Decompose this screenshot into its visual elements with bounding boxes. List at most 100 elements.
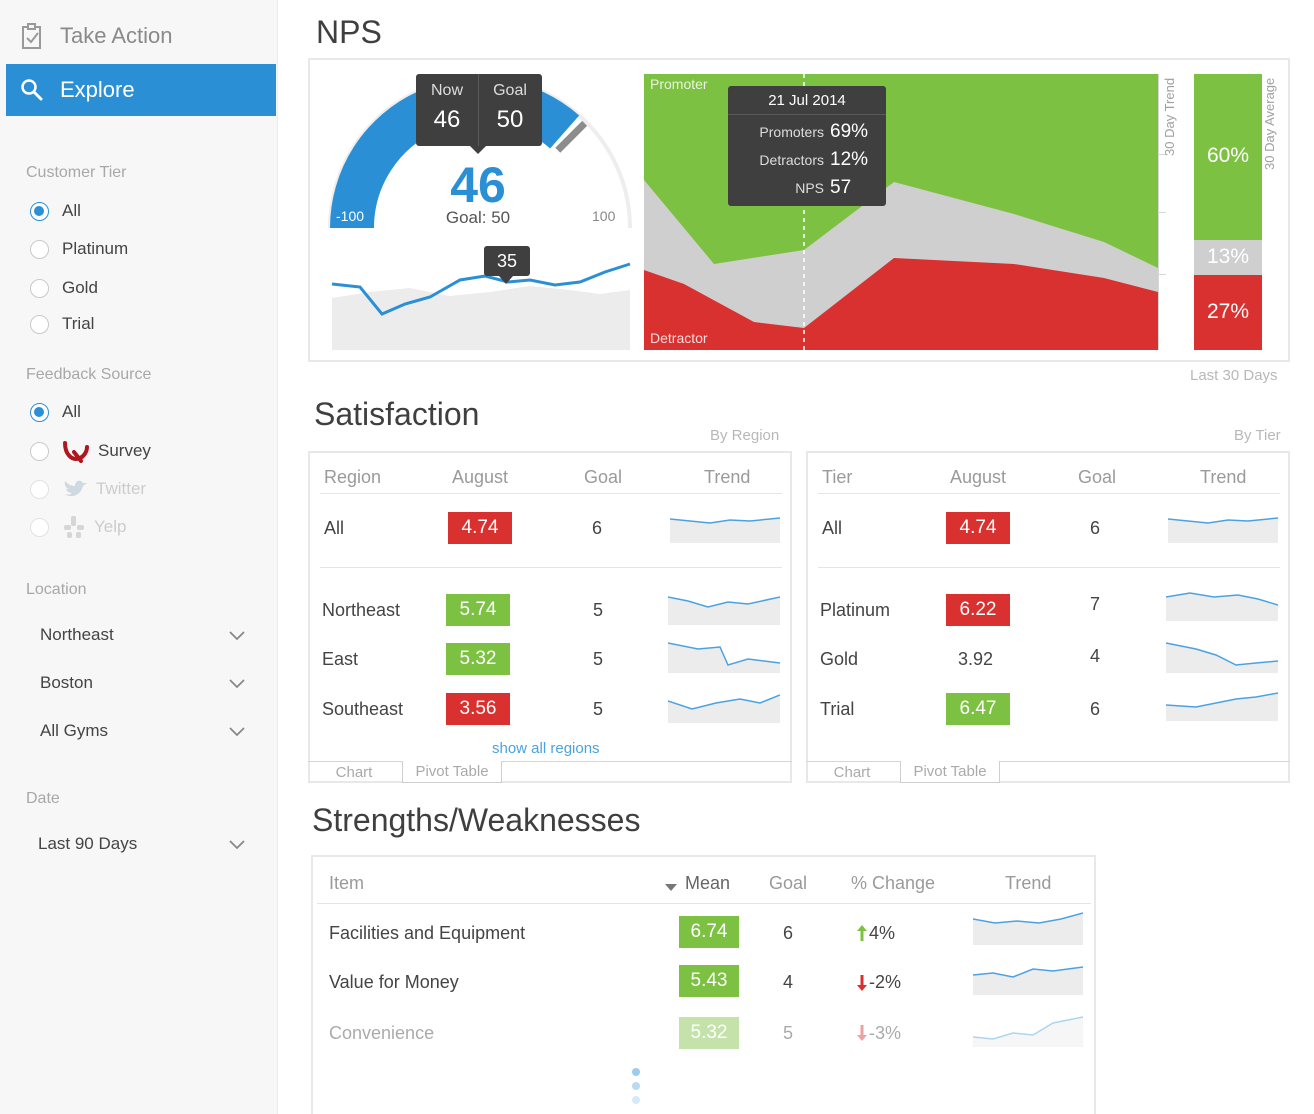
nps-panel: -100 100 46 Goal: 50 Now 46 Goal 50 35 P… (308, 58, 1290, 362)
arrow-down-icon (857, 975, 867, 996)
region-name-northeast: Northeast (322, 600, 401, 620)
tooltip-detractors-label: Detractors (759, 152, 824, 168)
strength-spark-value (973, 966, 1083, 995)
average-axis-label: 30 Day Average (1262, 78, 1277, 171)
by-tier-caption: By Tier (1234, 427, 1281, 444)
tier-goal-all: 6 (1090, 518, 1101, 538)
strengths-table: Item Mean Goal % Change Trend Facilities… (311, 855, 1096, 1114)
radio (30, 314, 49, 334)
tier-goal-gold: 4 (1090, 646, 1101, 666)
select-value: Last 90 Days (38, 834, 138, 853)
region-spark-southeast (668, 694, 780, 723)
region-name-east: East (322, 649, 359, 669)
strength-goal-value: 4 (783, 972, 794, 992)
select-value: All Gyms (40, 721, 108, 740)
sort-desc-icon[interactable] (665, 879, 677, 897)
search-icon (20, 78, 46, 102)
strength-item-convenience: Convenience (329, 1023, 435, 1043)
average-detractors-value: 27% (1206, 299, 1250, 323)
radio-selected (30, 201, 49, 221)
radio (30, 517, 49, 537)
radio-label: Twitter (96, 479, 147, 498)
tier-radio-gold[interactable]: Gold (30, 278, 98, 298)
satisfaction-title: Satisfaction (314, 396, 480, 432)
tier-radio-all[interactable]: All (30, 201, 81, 221)
select-value: Boston (40, 673, 93, 692)
strength-item-value: Value for Money (329, 972, 459, 992)
spark-tooltip-arrow (499, 276, 513, 284)
tooltip-nps-label: NPS (795, 180, 824, 196)
region-august-all: 4.74 (448, 512, 512, 544)
strength-mean-facilities: 6.74 (679, 916, 739, 948)
tier-august-all: 4.74 (946, 512, 1010, 544)
region-header-goal: Goal (584, 467, 623, 487)
strength-spark-facilities (973, 912, 1083, 945)
source-radio-survey[interactable]: Survey (30, 439, 151, 463)
header-divider (818, 493, 1280, 494)
nav-explore[interactable]: Explore (6, 64, 276, 116)
detractor-label: Detractor (650, 330, 708, 346)
tooltip-now-label: Now (430, 82, 463, 99)
tier-header-trend: Trend (1200, 467, 1247, 487)
region-goal-east: 5 (593, 649, 604, 669)
chevron-down-icon (228, 626, 246, 644)
radio-label: Platinum (62, 239, 129, 258)
gauge-min-label: -100 (332, 208, 369, 224)
average-promoters-value: 60% (1206, 143, 1250, 167)
tier-radio-platinum[interactable]: Platinum (30, 239, 128, 259)
average-bar: 60% 13% 27% (1194, 74, 1262, 350)
region-goal-northeast: 5 (593, 600, 604, 620)
radio (30, 441, 49, 461)
tier-goal-trial: 6 (1090, 699, 1101, 719)
tooltip-detractors-value: 12% (830, 149, 869, 170)
tier-radio-trial[interactable]: Trial (30, 314, 94, 334)
tier-tab-pivot-table[interactable]: Pivot Table (900, 761, 1000, 783)
average-passives-value: 13% (1206, 244, 1250, 268)
survey-logo-icon (62, 439, 90, 463)
source-radio-all[interactable]: All (30, 402, 81, 422)
tooltip-now-value: 46 (433, 106, 461, 133)
region-tab-pivot-table[interactable]: Pivot Table (402, 761, 502, 783)
feedback-source-label: Feedback Source (26, 366, 152, 383)
region-table: Region August Goal Trend All 4.74 6 Nort… (308, 451, 792, 783)
tier-tab-chart[interactable]: Chart (824, 761, 880, 783)
region-august-southeast: 3.56 (446, 693, 510, 725)
nps-trend-chart (644, 74, 1158, 350)
tier-name-all: All (822, 518, 843, 538)
region-tab-chart[interactable]: Chart (326, 761, 382, 783)
source-radio-twitter[interactable]: Twitter (30, 478, 146, 500)
region-header-region: Region (324, 467, 382, 487)
twitter-icon (62, 478, 88, 500)
strengths-header-mean[interactable]: Mean (685, 873, 730, 894)
show-all-regions-link[interactable]: show all regions (492, 740, 600, 757)
tier-spark-platinum (1166, 592, 1278, 621)
date-select[interactable]: Last 90 Days (26, 827, 246, 861)
strength-item-facilities: Facilities and Equipment (329, 923, 526, 943)
promoter-label: Promoter (650, 76, 708, 92)
region-august-northeast: 5.74 (446, 594, 510, 626)
region-spark-all (670, 517, 780, 543)
strengths-header-change: % Change (851, 873, 936, 893)
location-region-select[interactable]: Northeast (26, 618, 246, 652)
tier-name-trial: Trial (820, 699, 855, 719)
location-city-select[interactable]: Boston (26, 666, 246, 700)
source-radio-yelp[interactable]: Yelp (30, 515, 126, 539)
nav-explore-label: Explore (60, 77, 135, 102)
radio (30, 479, 49, 499)
arrow-down-icon (857, 1025, 867, 1046)
location-gym-select[interactable]: All Gyms (26, 714, 246, 748)
sidebar: Take Action Explore Customer Tier All Pl… (0, 0, 278, 1114)
row-divider (818, 567, 1280, 568)
customer-tier-label: Customer Tier (26, 164, 127, 181)
tier-spark-gold (1166, 642, 1278, 673)
tier-spark-all (1168, 517, 1278, 543)
strength-goal-facilities: 6 (783, 923, 794, 943)
strengths-title: Strengths/Weaknesses (312, 802, 641, 838)
strengths-header-goal: Goal (769, 873, 808, 893)
region-header-trend: Trend (704, 467, 751, 487)
more-loading-icon[interactable] (631, 1067, 641, 1112)
tier-name-gold: Gold (820, 649, 859, 669)
radio-label: All (62, 201, 81, 220)
nav-take-action[interactable]: Take Action (6, 10, 276, 62)
tier-header-goal: Goal (1078, 467, 1117, 487)
